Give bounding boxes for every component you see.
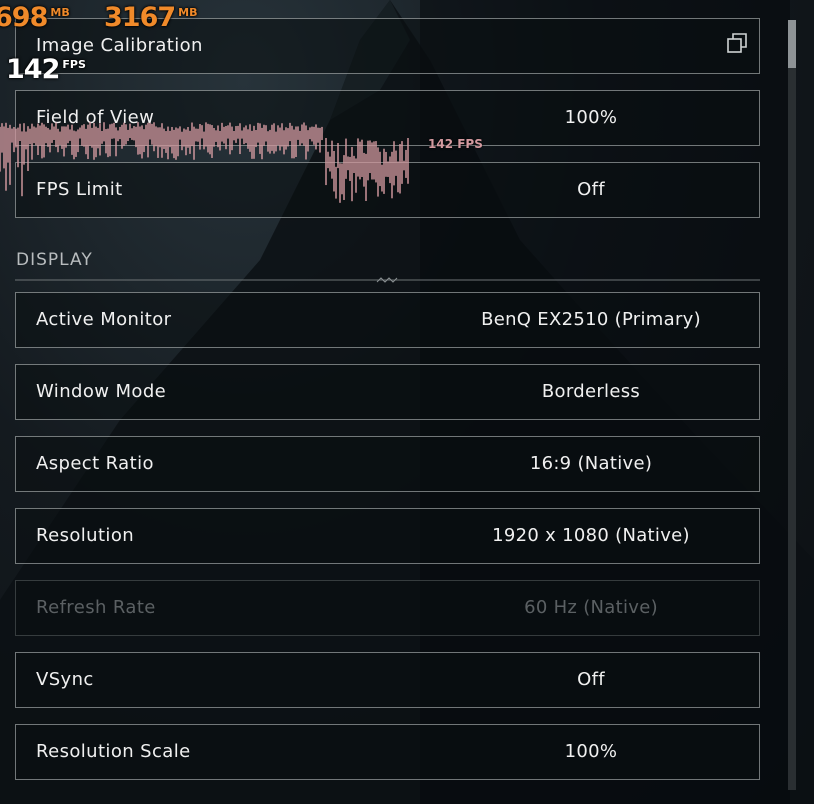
osd-ram-readout: 3167 MB — [104, 2, 198, 33]
setting-value: Off — [577, 179, 605, 200]
osd-ram-value: 3167 — [104, 2, 176, 33]
osd-fps-readout: 142 FPS — [6, 54, 86, 85]
scrollbar-thumb[interactable] — [788, 20, 796, 68]
osd-fps-value: 142 — [6, 54, 60, 85]
copy-icon[interactable] — [725, 31, 749, 55]
setting-label: Resolution Scale — [36, 741, 191, 762]
setting-row-window-mode[interactable]: Window Mode Borderless — [15, 364, 760, 420]
osd-fps-graph — [0, 122, 409, 203]
osd-vram-unit: MB — [50, 6, 70, 19]
osd-fps-graph-label: 142 FPS — [428, 137, 483, 151]
setting-value: Off — [577, 669, 605, 690]
scrollbar[interactable] — [788, 20, 796, 790]
setting-label: Refresh Rate — [36, 597, 156, 618]
setting-row-vsync[interactable]: VSync Off — [15, 652, 760, 708]
setting-row-resolution-scale[interactable]: Resolution Scale 100% — [15, 724, 760, 780]
setting-row-resolution[interactable]: Resolution 1920 x 1080 (Native) — [15, 508, 760, 564]
osd-fps-unit: FPS — [62, 58, 86, 71]
setting-value: 16:9 (Native) — [529, 453, 653, 474]
osd-ram-unit: MB — [178, 6, 198, 19]
osd-vram-readout: 698 MB — [0, 2, 70, 33]
setting-value: Borderless — [541, 381, 641, 402]
setting-value: BenQ EX2510 (Primary) — [481, 309, 701, 330]
setting-label: Aspect Ratio — [36, 453, 154, 474]
setting-label: VSync — [36, 669, 94, 690]
setting-row-active-monitor[interactable]: Active Monitor BenQ EX2510 (Primary) — [15, 292, 760, 348]
divider-ornament-icon — [15, 277, 760, 283]
osd-vram-value: 698 — [0, 2, 48, 33]
setting-label: Active Monitor — [36, 309, 172, 330]
section-heading-display: DISPLAY — [16, 250, 93, 270]
setting-row-aspect-ratio[interactable]: Aspect Ratio 16:9 (Native) — [15, 436, 760, 492]
setting-value: 1920 x 1080 (Native) — [492, 525, 690, 546]
setting-row-refresh-rate: Refresh Rate 60 Hz (Native) — [15, 580, 760, 636]
setting-value: 60 Hz (Native) — [524, 597, 658, 618]
setting-label: Resolution — [36, 525, 135, 546]
setting-label: Window Mode — [36, 381, 167, 402]
setting-value: 100% — [564, 741, 618, 762]
